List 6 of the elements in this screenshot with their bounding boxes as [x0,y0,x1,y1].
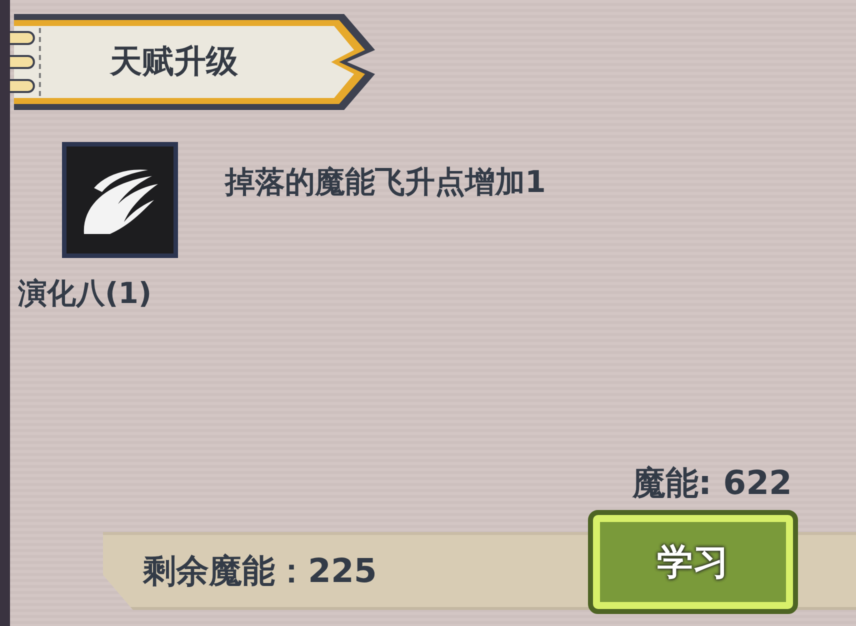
talent-description: 掉落的魔能飞升点增加1 [225,164,546,202]
feather-icon[interactable] [62,142,178,258]
banner-title: 天赋升级 [110,41,238,82]
remaining-text: 剩余魔能：225 [143,550,377,592]
cost-text: 魔能: 622 [632,462,792,504]
talent-name: 演化八(1) [18,275,152,312]
